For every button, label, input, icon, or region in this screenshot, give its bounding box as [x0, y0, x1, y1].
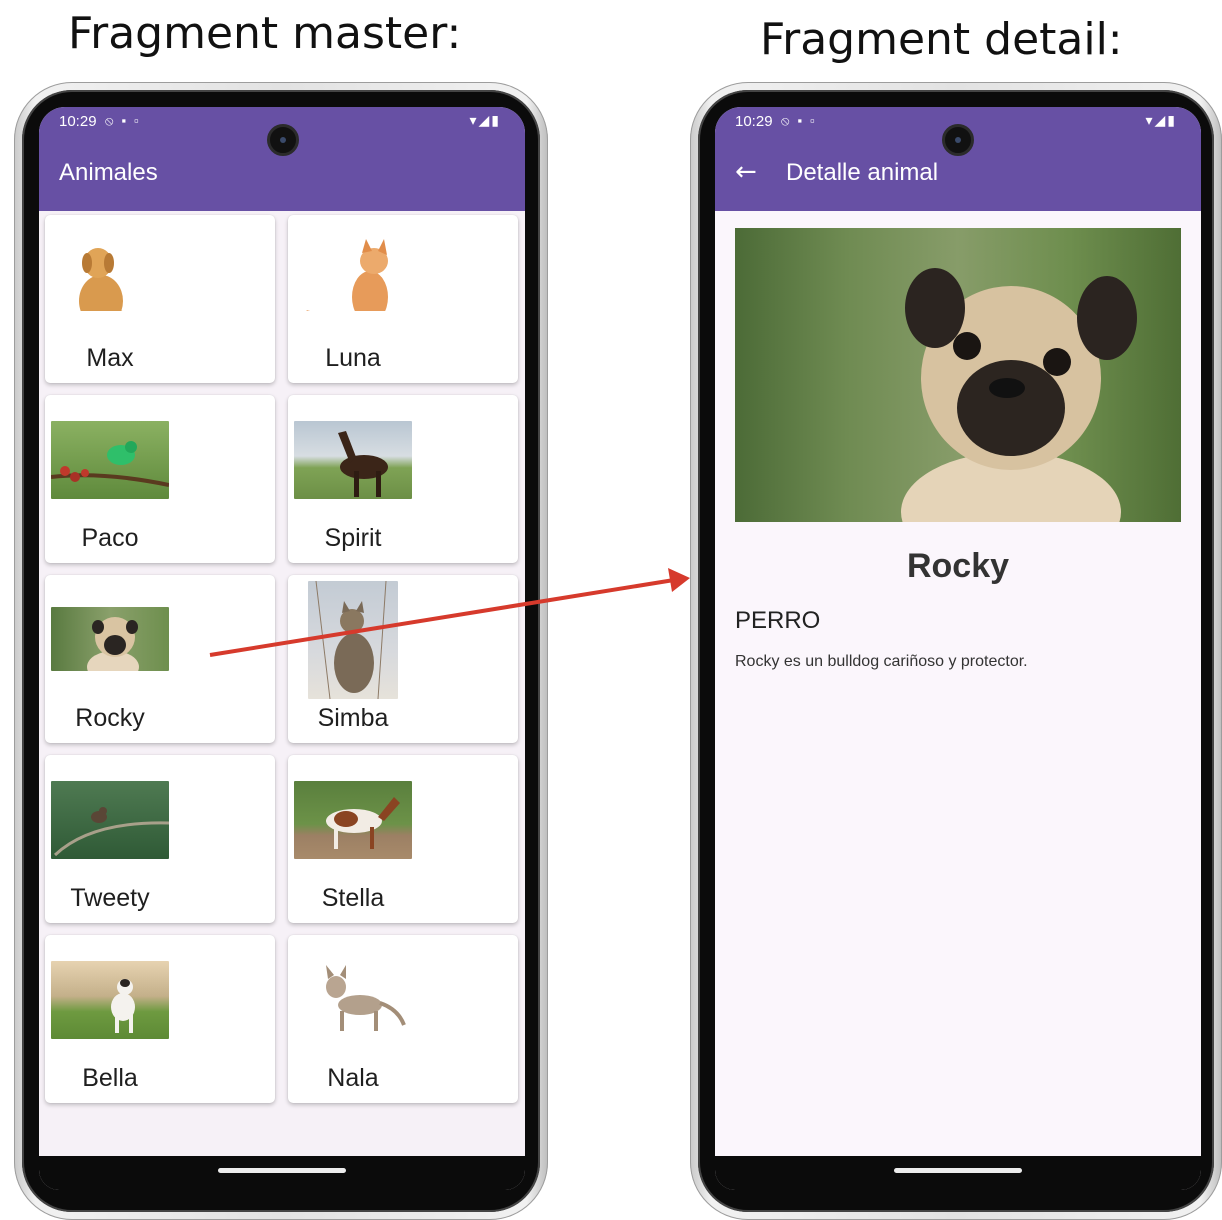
- status-time: 10:29: [735, 113, 773, 130]
- animal-name: Nala: [327, 1064, 379, 1092]
- animal-card-max[interactable]: Max: [45, 215, 275, 383]
- camera-icon: [267, 124, 299, 156]
- animal-name: Bella: [82, 1064, 138, 1092]
- notification-icons: ⦸▪▫: [781, 113, 823, 128]
- master-app-bar: 10:29 ⦸▪▫ ▾◢▮ Animales: [39, 107, 525, 211]
- master-title: Animales: [59, 159, 158, 186]
- animal-image: [51, 421, 169, 499]
- navigation-bar: [39, 1156, 525, 1190]
- animal-card-spirit[interactable]: Spirit: [288, 395, 518, 563]
- notification-icons: ⦸▪▫: [105, 113, 147, 128]
- detail-screen: 10:29 ⦸▪▫ ▾◢▮ ← Detalle animal Rocky PER…: [715, 107, 1201, 1190]
- detail-heading: Fragment detail:: [760, 14, 1123, 65]
- home-gesture-handle[interactable]: [218, 1168, 346, 1173]
- animal-image: [51, 781, 169, 859]
- animal-image: [294, 421, 412, 499]
- animal-type: PERRO: [735, 607, 821, 634]
- animal-image: [51, 233, 169, 311]
- animal-hero-image: [735, 228, 1181, 522]
- animal-name: Max: [86, 344, 134, 372]
- status-time: 10:29: [59, 113, 97, 130]
- animal-card-nala[interactable]: Nala: [288, 935, 518, 1103]
- animal-name-heading: Rocky: [906, 547, 1010, 585]
- animal-image: [294, 953, 412, 1031]
- animal-card-rocky[interactable]: Rocky: [45, 575, 275, 743]
- animal-image: [294, 233, 412, 311]
- detail-title: Detalle animal: [786, 159, 939, 186]
- animal-name: Tweety: [70, 884, 150, 912]
- camera-icon: [942, 124, 974, 156]
- animal-card-luna[interactable]: Luna: [288, 215, 518, 383]
- animal-name: Simba: [317, 704, 389, 732]
- animal-name: Luna: [325, 344, 381, 372]
- animal-image: [308, 581, 398, 699]
- animal-name: Rocky: [75, 704, 145, 732]
- animal-card-tweety[interactable]: Tweety: [45, 755, 275, 923]
- signal-battery-icons: ▾◢▮: [1145, 112, 1177, 128]
- detail-app-bar: 10:29 ⦸▪▫ ▾◢▮ ← Detalle animal: [715, 107, 1201, 211]
- animal-card-stella[interactable]: Stella: [288, 755, 518, 923]
- signal-battery-icons: ▾◢▮: [469, 112, 501, 128]
- animal-name: Spirit: [324, 524, 382, 552]
- animal-description: Rocky es un bulldog cariñoso y protector…: [735, 653, 1028, 670]
- animal-image: [51, 961, 169, 1039]
- animal-card-paco[interactable]: Paco: [45, 395, 275, 563]
- animal-card-bella[interactable]: Bella: [45, 935, 275, 1103]
- navigation-bar: [715, 1156, 1201, 1190]
- animal-name: Paco: [81, 524, 139, 552]
- back-arrow-icon[interactable]: ←: [735, 157, 757, 187]
- animal-name: Stella: [321, 884, 385, 912]
- animal-card-simba[interactable]: Simba: [288, 575, 518, 743]
- master-screen: 10:29 ⦸▪▫ ▾◢▮ Animales Max Luna Paco Spi…: [39, 107, 525, 1190]
- home-gesture-handle[interactable]: [894, 1168, 1022, 1173]
- animal-image: [294, 781, 412, 859]
- master-heading: Fragment master:: [68, 8, 462, 59]
- animal-image: [51, 607, 169, 671]
